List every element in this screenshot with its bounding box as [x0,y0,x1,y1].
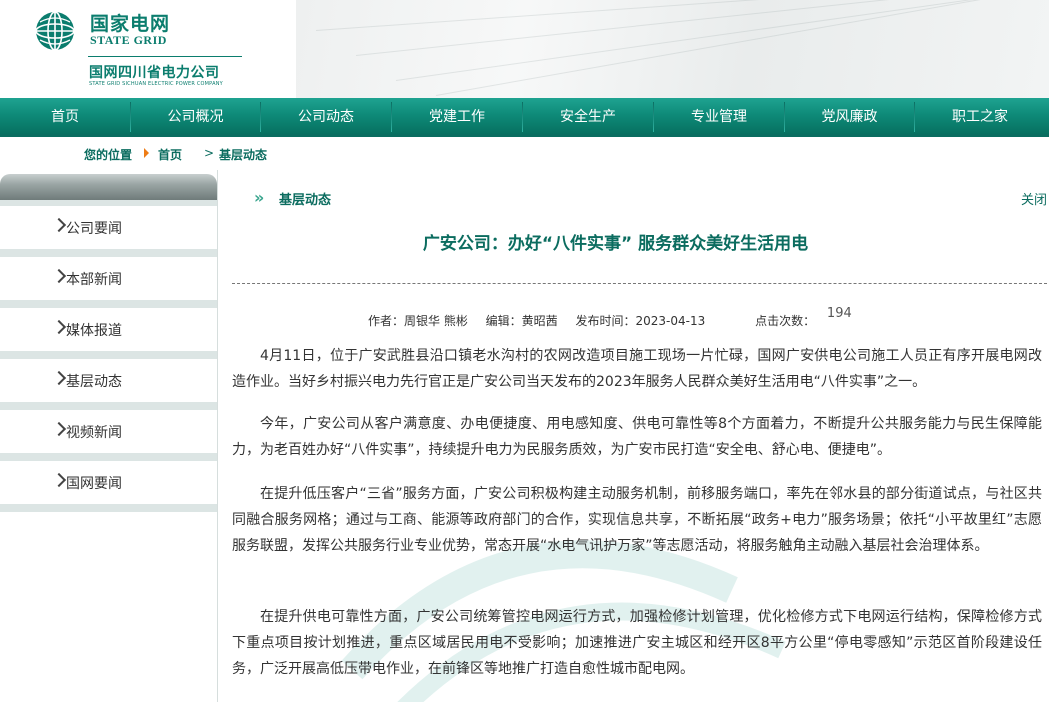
sidebar-divider [0,249,217,257]
chevron-right-icon [51,319,67,335]
breadcrumb-arrow-icon [144,148,149,158]
breadcrumb-home-link[interactable]: 首页 [158,146,182,163]
article-author: 作者：周银华 熊彬 [368,314,468,328]
logo[interactable]: 国家电网 STATE GRID 国网四川省电力公司 STATE GRID SIC… [0,0,296,98]
sidebar-item-sgcc-news[interactable]: 国网要闻 [0,461,217,504]
click-count-label: 点击次数： [755,314,816,328]
main-nav: 首页 公司概况 公司动态 党建工作 安全生产 专业管理 党风廉政 职工之家 [0,98,1049,137]
nav-item-staff-home[interactable]: 职工之家 [915,98,1045,134]
sidebar-divider [0,300,217,308]
brand-name-cn: 国家电网 [90,13,171,35]
article-editor: 编辑：黄昭茜 [485,314,558,328]
breadcrumb-chevron-icon: > [204,146,215,160]
sidebar-item-label: 公司要闻 [66,221,122,237]
chevron-right-icon [51,370,67,386]
section-title: 基层动态 [279,193,332,208]
nav-item-company-news[interactable]: 公司动态 [261,98,391,134]
sidebar: 公司要闻 本部新闻 媒体报道 基层动态 视频新闻 国网要闻 [0,170,218,702]
article-paragraph: 在提升低压客户“三省”服务方面，广安公司积极构建主动服务机制，前移服务端口，率先… [232,486,1042,554]
nav-item-management[interactable]: 专业管理 [654,98,784,134]
state-grid-globe-icon [35,11,75,51]
page: 国家电网 STATE GRID 国网四川省电力公司 STATE GRID SIC… [0,0,1049,702]
breadcrumb: 您的位置 首页 > 基层动态 [0,137,1049,169]
sidebar-item-label: 媒体报道 [66,323,122,339]
article-date: 发布时间：2023-04-13 [575,314,706,328]
nav-item-safety[interactable]: 安全生产 [523,98,653,134]
close-link[interactable]: 关闭 [1021,189,1047,208]
sidebar-header [0,174,217,200]
article-paragraph: 今年，广安公司从客户满意度、办电便捷度、用电感知度、供电可靠性等8个方面着力，不… [232,416,1042,458]
sidebar-item-label: 视频新闻 [66,425,122,441]
sidebar-divider [0,351,217,359]
article-panel: » 基层动态 关闭 广安公司：办好“八件实事” 服务群众美好生活用电 作者：周银… [232,170,1049,702]
nav-item-overview[interactable]: 公司概况 [131,98,260,134]
click-count-value: 194 [826,306,852,321]
company-name-en: STATE GRID SICHUAN ELECTRIC POWER COMPAN… [89,81,223,87]
title-divider [232,283,1047,284]
site-header: 国家电网 STATE GRID 国网四川省电力公司 STATE GRID SIC… [0,0,1049,98]
article-paragraph: 在提升供电可靠性方面，广安公司统筹管控电网运行方式，加强检修计划管理，优化检修方… [232,609,1042,677]
sidebar-item-label: 国网要闻 [66,476,122,492]
sidebar-divider [0,453,217,461]
sidebar-divider [0,402,217,410]
sidebar-item-grassroots-news[interactable]: 基层动态 [0,359,217,402]
company-name-cn: 国网四川省电力公司 [89,65,220,81]
nav-item-home[interactable]: 首页 [0,98,130,134]
sidebar-item-video-news[interactable]: 视频新闻 [0,410,217,453]
sidebar-item-hq-news[interactable]: 本部新闻 [0,257,217,300]
article-title: 广安公司：办好“八件实事” 服务群众美好生活用电 [422,234,809,254]
chevron-right-icon [51,472,67,488]
sidebar-item-label: 本部新闻 [66,272,122,288]
breadcrumb-label: 您的位置 [84,148,133,162]
logo-divider [88,56,242,57]
nav-item-integrity[interactable]: 党风廉政 [785,98,914,134]
breadcrumb-current[interactable]: 基层动态 [219,146,267,163]
sidebar-divider [0,504,217,512]
double-chevron-icon: » [254,188,264,207]
sidebar-item-label: 基层动态 [66,374,122,390]
article-paragraph: 4月11日，位于广安武胜县沿口镇老水沟村的农网改造项目施工现场一片忙碌，国网广安… [232,348,1042,390]
nav-item-party-building[interactable]: 党建工作 [392,98,522,134]
sidebar-item-company-news[interactable]: 公司要闻 [0,206,217,249]
chevron-right-icon [51,421,67,437]
brand-name-en: STATE GRID [90,33,167,47]
sidebar-item-media-reports[interactable]: 媒体报道 [0,308,217,351]
header-banner [296,0,1049,98]
chevron-right-icon [51,268,67,284]
article-meta: 作者：周银华 熊彬 编辑：黄昭茜 发布时间：2023-04-13 点击次数： 1… [368,306,866,329]
chevron-right-icon [51,217,67,233]
